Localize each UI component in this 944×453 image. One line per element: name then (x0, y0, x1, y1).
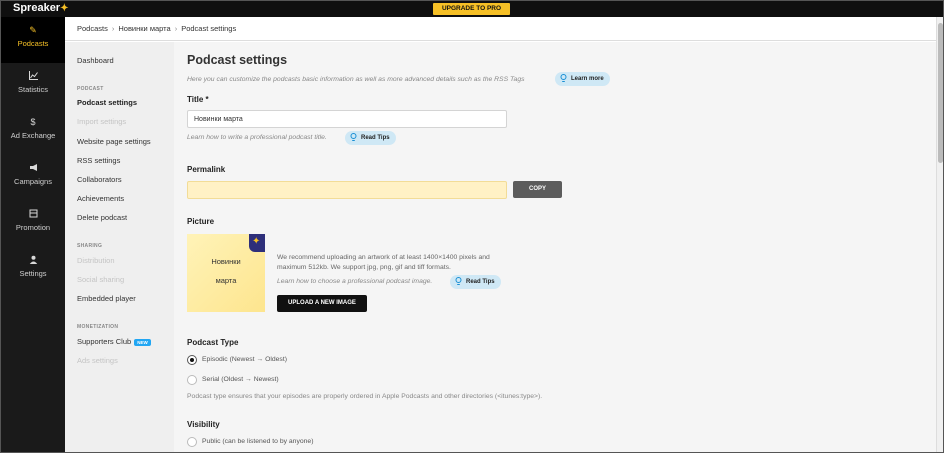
required-marker: * (205, 95, 209, 104)
app-frame: Spreaker✦ UPGRADE TO PRO ✎ Podcasts Stati… (0, 0, 944, 453)
copy-button[interactable]: COPY (513, 181, 562, 198)
picture-label: Picture (187, 217, 215, 226)
radio-episodic[interactable] (187, 355, 197, 365)
radio-serial-label[interactable]: Serial (Oldest → Newest) (202, 376, 279, 383)
radio-serial[interactable] (187, 375, 197, 385)
lightbulb-icon (560, 74, 567, 82)
picture-recommendation-2: maximum 512kb. We support jpg, png, gif … (277, 264, 451, 271)
sidebar-item-delete[interactable]: Delete podcast (77, 213, 127, 222)
chart-icon (1, 71, 65, 85)
picture-read-tips-button[interactable]: Read Tips (450, 275, 501, 289)
podcast-cover-image[interactable]: ✦ Новинки марта (187, 234, 265, 312)
nav-promotion[interactable]: Promotion (1, 201, 65, 247)
person-icon (1, 255, 65, 269)
sidebar-section-monetization: MONETIZATION (77, 324, 119, 330)
podcast-type-note: Podcast type ensures that your episodes … (187, 393, 543, 400)
title-input[interactable]: Новинки марта (187, 110, 507, 128)
picture-recommendation-1: We recommend uploading an artwork of at … (277, 254, 490, 261)
upload-image-button[interactable]: UPLOAD A NEW IMAGE (277, 295, 367, 312)
sidebar-item-dashboard[interactable]: Dashboard (77, 56, 114, 65)
learn-more-button[interactable]: Learn more (555, 72, 610, 86)
radio-episodic-label[interactable]: Episodic (Newest → Oldest) (202, 356, 287, 363)
sidebar-item-embedded-player[interactable]: Embedded player (77, 294, 136, 303)
scrollbar-thumb[interactable] (938, 23, 943, 163)
pen-icon: ✎ (29, 25, 37, 35)
nav-campaigns[interactable]: Campaigns (1, 155, 65, 201)
new-badge: NEW (134, 338, 151, 346)
lightbulb-icon (350, 133, 357, 141)
breadcrumb-current: Podcast settings (181, 24, 237, 33)
sidebar-item-ads-settings: Ads settings (77, 356, 118, 365)
sidebar-item-podcast-settings[interactable]: Podcast settings (77, 98, 137, 107)
cover-text-line2: марта (215, 276, 237, 285)
store-icon (1, 209, 65, 223)
chevron-right-icon: › (174, 24, 178, 33)
breadcrumb: Podcasts › Новинки марта › Podcast settings (65, 17, 936, 41)
cover-text-line1: Новинки (211, 257, 241, 266)
settings-sidebar: Dashboard PODCAST Podcast settings Impor… (65, 42, 174, 452)
radio-public[interactable] (187, 437, 197, 447)
permalink-label: Permalink (187, 165, 226, 174)
sidebar-item-rss-settings[interactable]: RSS settings (77, 156, 120, 165)
breadcrumb-podcasts[interactable]: Podcasts (77, 24, 108, 33)
sidebar-section-podcast: PODCAST (77, 86, 104, 92)
page-scrollbar[interactable] (936, 17, 943, 452)
chevron-right-icon: › (111, 24, 115, 33)
podcast-type-label: Podcast Type (187, 338, 239, 347)
top-bar: Spreaker✦ UPGRADE TO PRO (1, 1, 943, 17)
dollar-icon: $ (30, 117, 36, 127)
sidebar-item-import-settings: Import settings (77, 117, 127, 126)
sidebar-section-sharing: SHARING (77, 243, 103, 249)
megaphone-icon (1, 163, 65, 177)
page-title: Podcast settings (187, 53, 288, 67)
title-hint: Learn how to write a professional podcas… (187, 134, 327, 141)
nav-podcasts[interactable]: ✎ Podcasts (1, 17, 65, 63)
sidebar-item-website-settings[interactable]: Website page settings (77, 137, 151, 146)
sidebar-item-social-sharing: Social sharing (77, 275, 125, 284)
nav-settings[interactable]: Settings (1, 247, 65, 293)
sidebar-item-supporters-club[interactable]: Supporters Club NEW (77, 337, 151, 346)
permalink-input[interactable] (187, 181, 507, 199)
spreaker-badge-icon: ✦ (249, 234, 265, 252)
upgrade-button[interactable]: UPGRADE TO PRO (433, 3, 510, 15)
visibility-label: Visibility (187, 420, 220, 429)
title-read-tips-button[interactable]: Read Tips (345, 131, 396, 145)
page-subtitle: Here you can customize the podcasts basi… (187, 76, 525, 83)
sidebar-item-collaborators[interactable]: Collaborators (77, 175, 122, 184)
star-icon: ✦ (60, 3, 69, 14)
radio-public-label[interactable]: Public (can be listened to by anyone) (202, 438, 313, 445)
spreaker-logo[interactable]: Spreaker✦ (13, 2, 68, 14)
main-nav: ✎ Podcasts Statistics $ Ad Exchange Campai… (1, 17, 65, 452)
sidebar-item-distribution: Distribution (77, 256, 115, 265)
nav-statistics[interactable]: Statistics (1, 63, 65, 109)
lightbulb-icon (455, 277, 462, 285)
picture-hint: Learn how to choose a professional podca… (277, 278, 433, 285)
title-label: Title * (187, 95, 209, 104)
sidebar-item-achievements[interactable]: Achievements (77, 194, 124, 203)
breadcrumb-podcast[interactable]: Новинки марта (118, 24, 170, 33)
nav-ad-exchange[interactable]: $ Ad Exchange (1, 109, 65, 155)
main-content: Podcast settings Here you can customize … (174, 42, 936, 452)
